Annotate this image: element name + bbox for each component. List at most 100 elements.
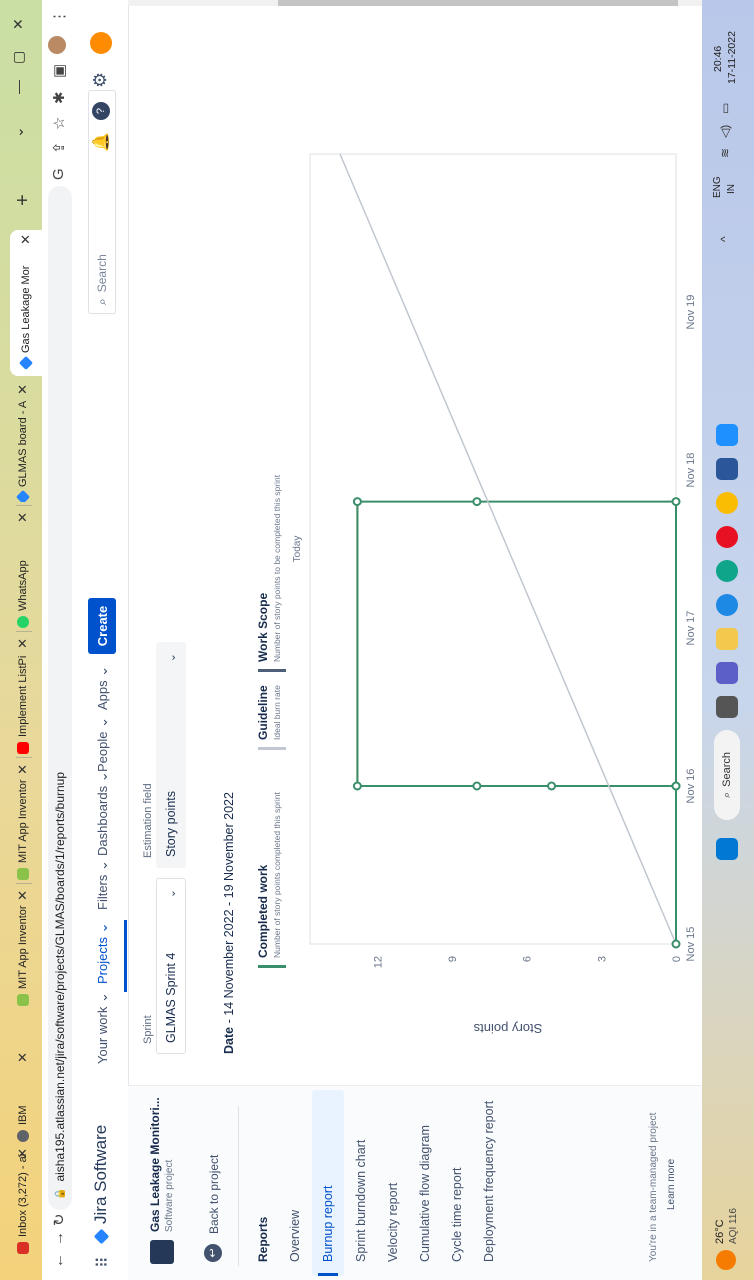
sidebar-item-sprint-burndown[interactable]: Sprint burndown chart — [354, 1140, 368, 1262]
project-name[interactable]: Gas Leakage Monitori... — [148, 1097, 162, 1232]
minimize-button[interactable]: — — [10, 80, 26, 94]
tab-ibm[interactable]: IBM ✕ — [8, 1048, 38, 1142]
battery-icon[interactable]: ▭ — [718, 103, 732, 114]
help-icon[interactable]: ? — [92, 102, 110, 120]
windows-start-icon[interactable] — [716, 838, 738, 860]
bookmark-star-icon[interactable]: ☆ — [50, 117, 68, 130]
back-arrow-icon[interactable]: ← — [50, 1253, 67, 1268]
teams-icon[interactable] — [716, 662, 738, 684]
weather-icon[interactable] — [716, 1250, 736, 1270]
tab-mit-2[interactable]: MIT App Inventor ✕ — [8, 760, 38, 880]
forward-arrow-icon[interactable]: → — [50, 1231, 67, 1246]
estimation-label-text: Estimation field — [142, 783, 154, 858]
sidebar-item-deployment-frequency[interactable]: Deployment frequency report — [482, 1101, 496, 1262]
tab-inbox[interactable]: Inbox (3,272) - ai ✕ — [8, 1144, 38, 1254]
nav-projects[interactable]: Projects ⌄ — [95, 923, 111, 984]
tab-glmas-board[interactable]: GLMAS board - A ✕ — [8, 380, 38, 502]
url-field[interactable]: 🔒 aisha195.atlassian.net/jira/software/p… — [48, 186, 72, 1210]
search-icon: ⌕ — [94, 298, 109, 305]
create-button[interactable]: Create — [88, 598, 116, 654]
wifi-icon[interactable]: ≋ — [718, 148, 732, 158]
extensions-icon[interactable]: ✱ — [50, 91, 68, 104]
app-switcher-icon[interactable]: ⠿ — [93, 1256, 113, 1268]
sidebar-item-velocity[interactable]: Velocity report — [386, 1183, 400, 1262]
notifications-bell-icon[interactable]: 🔔 — [91, 132, 111, 152]
sidebar-item-burnup-report[interactable]: Burnup report — [321, 1186, 335, 1262]
tab-title: Implement ListPi — [17, 655, 29, 737]
close-icon[interactable]: ✕ — [15, 890, 31, 901]
jira-logo[interactable]: Jira Software — [91, 1125, 111, 1245]
close-icon[interactable]: ✕ — [15, 512, 31, 523]
photos-icon[interactable] — [716, 424, 738, 446]
search-input[interactable]: ⌕ Search — [88, 90, 116, 314]
close-icon[interactable]: ✕ — [15, 384, 31, 395]
tray-chevron-icon[interactable]: ^ — [718, 236, 732, 242]
whatsapp-icon — [17, 616, 29, 628]
new-tab-button[interactable]: + — [12, 194, 35, 206]
google-icon[interactable]: G — [50, 168, 67, 180]
store-icon[interactable] — [716, 594, 738, 616]
back-arrow-icon[interactable]: ↩ — [204, 1244, 222, 1262]
task-view-icon[interactable] — [716, 696, 738, 718]
clock-time[interactable]: 20:46 — [712, 46, 724, 72]
plot-area — [309, 153, 677, 945]
sidepanel-icon[interactable]: ▣ — [50, 64, 68, 78]
legend-title: Work Scope — [256, 592, 270, 662]
sprint-select[interactable]: GLMAS Sprint 4 ⌄ — [156, 878, 186, 1054]
sidebar-item-cumulative-flow[interactable]: Cumulative flow diagram — [418, 1125, 432, 1262]
taskbar-search[interactable]: ⌕ Search — [714, 730, 740, 820]
page-scrollbar[interactable] — [128, 0, 702, 6]
tab-divider — [16, 883, 32, 884]
nav-your-work[interactable]: Your work ⌄ — [95, 992, 111, 1064]
close-window-button[interactable]: ✕ — [10, 18, 27, 30]
sprint-value: GLMAS Sprint 4 — [164, 952, 178, 1043]
profile-avatar[interactable] — [48, 36, 66, 54]
menu-dots-icon[interactable]: ⋮ — [50, 9, 68, 24]
tab-gas-leakage-active[interactable]: Gas Leakage Mor ✕ — [10, 230, 42, 376]
tab-youtube[interactable]: Implement ListPi ✕ — [8, 634, 38, 754]
estimation-select[interactable]: Story points ⌄ — [156, 642, 186, 868]
word-icon[interactable] — [716, 458, 738, 480]
close-icon[interactable]: ✕ — [15, 1052, 31, 1063]
nav-label: Projects — [95, 937, 110, 984]
x-tick-label: Nov 18 — [685, 453, 697, 488]
nav-people[interactable]: People ⌄ — [95, 717, 111, 772]
scrollbar-thumb[interactable] — [278, 0, 678, 6]
close-icon[interactable]: ✕ — [15, 1148, 31, 1159]
browser-tab-bar: Inbox (3,272) - ai ✕ IBM ✕ MIT App Inven… — [0, 0, 42, 1280]
tab-search-icon[interactable]: ⌄ — [10, 126, 27, 138]
y-tick-label: 3 — [596, 956, 608, 962]
sidebar-item-overview[interactable]: Overview — [288, 1210, 302, 1262]
back-to-project-link[interactable]: Back to project — [207, 1155, 221, 1234]
tab-title: MIT App Inventor — [17, 779, 29, 863]
legend-title: Completed work — [256, 864, 270, 958]
sidebar-item-cycle-time[interactable]: Cycle time report — [450, 1168, 464, 1262]
jira-icon — [15, 489, 31, 502]
volume-icon[interactable]: ◁) — [718, 125, 732, 138]
nav-apps[interactable]: Apps ⌄ — [95, 666, 111, 710]
chrome-icon[interactable] — [716, 492, 738, 514]
close-icon[interactable]: ✕ — [15, 764, 31, 775]
close-icon[interactable]: ✕ — [15, 638, 31, 649]
edge-icon[interactable] — [716, 560, 738, 582]
settings-gear-icon[interactable]: ⚙ — [90, 72, 111, 88]
tab-mit-1[interactable]: MIT App Inventor ✕ — [8, 886, 38, 1006]
tab-whatsapp[interactable]: WhatsApp ✕ — [8, 508, 38, 628]
weather-aqi: AQI 116 — [728, 1208, 739, 1244]
weather-temp[interactable]: 26°C — [714, 1219, 726, 1244]
nav-filters[interactable]: Filters ⌄ — [95, 860, 111, 910]
learn-more-link[interactable]: Learn more — [666, 1159, 677, 1210]
share-icon[interactable]: ⇪ — [50, 141, 68, 154]
tab-divider — [16, 631, 32, 632]
file-explorer-icon[interactable] — [716, 628, 738, 650]
opera-icon[interactable] — [716, 526, 738, 548]
language-primary[interactable]: ENG — [712, 176, 723, 198]
legend-title: Guideline — [256, 685, 270, 740]
maximize-button[interactable]: ▢ — [10, 51, 27, 64]
nav-dashboards[interactable]: Dashboards ⌄ — [95, 771, 111, 856]
user-avatar[interactable] — [90, 32, 112, 54]
data-point — [547, 781, 557, 791]
close-icon[interactable]: ✕ — [18, 234, 34, 245]
reload-icon[interactable]: ↻ — [50, 1213, 68, 1226]
windows-taskbar: 26°C AQI 116 ⌕ Search ^ ENG IN ≋ ◁) ▭ 20:… — [702, 0, 754, 1280]
